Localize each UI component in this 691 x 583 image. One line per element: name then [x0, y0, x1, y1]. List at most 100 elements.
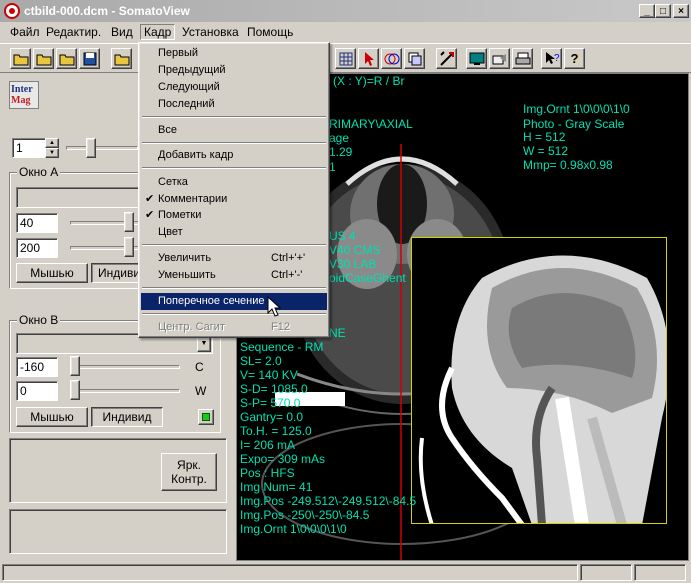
mouse-cursor-icon: [267, 296, 281, 317]
window-b-c-label: C: [195, 360, 204, 374]
sagittal-ct-image: [418, 255, 666, 523]
window-b-level-thumb[interactable]: [70, 356, 80, 376]
layer-icon[interactable]: [404, 48, 425, 69]
menu-item-comments[interactable]: ✔ Комментарии: [141, 191, 327, 208]
overlay-left-3: 1: [329, 160, 336, 174]
status-panel-main: [2, 564, 578, 581]
menu-view[interactable]: Вид: [109, 25, 135, 39]
menu-item-add-frame[interactable]: Добавить кадр: [141, 147, 327, 164]
menu-item-all[interactable]: Все: [141, 122, 327, 139]
overlay-left-5: V40 CMS: [329, 243, 381, 257]
close-button[interactable]: ×: [673, 4, 689, 18]
toolbar: ? ?: [0, 43, 691, 73]
window-a-mouse-button[interactable]: Мышью: [16, 263, 88, 283]
overlay-bottom-4: S-D= 1085.0: [240, 382, 308, 396]
open-folder4-icon[interactable]: [111, 48, 132, 69]
open-folder2-icon[interactable]: [33, 48, 54, 69]
menu-item-cross-section[interactable]: Поперечное сечение: [141, 293, 327, 310]
overlay-left-6: V30 LAB: [329, 257, 377, 271]
window-b-level-track[interactable]: [70, 365, 180, 369]
monitor-icon[interactable]: [466, 48, 487, 69]
window-b-mouse-button[interactable]: Мышью: [16, 407, 88, 427]
check-icon: ✔: [145, 209, 155, 221]
frame-slider-track[interactable]: [66, 146, 138, 150]
window-a-level-thumb[interactable]: [124, 212, 134, 232]
overlay-left-1: age: [329, 131, 350, 145]
menu-settings[interactable]: Установка: [180, 25, 241, 39]
overlay-bottom-1: Sequence - RM: [240, 340, 324, 354]
help-icon[interactable]: ?: [564, 48, 585, 69]
sagittal-view[interactable]: [411, 237, 667, 524]
window-b-level-field[interactable]: -160: [16, 357, 58, 377]
svg-text:?: ?: [554, 53, 560, 64]
window-a-dropdown[interactable]: [16, 187, 141, 208]
info-panel: [9, 509, 227, 554]
menu-file[interactable]: Файл: [8, 25, 42, 39]
frame-down-button[interactable]: ▼: [45, 148, 59, 158]
export-icon[interactable]: [489, 48, 510, 69]
menu-help[interactable]: Помощь: [245, 25, 295, 39]
overlay-left-4: US 4: [329, 229, 356, 243]
frame-up-button[interactable]: ▲: [45, 138, 59, 148]
overlay-bottom-8: I= 206 mA: [240, 438, 296, 452]
minimize-button[interactable]: _: [639, 4, 655, 18]
frame-slider-thumb[interactable]: [86, 138, 96, 158]
window-a-width-field[interactable]: 200: [16, 238, 58, 258]
menu-item-first[interactable]: Первый: [141, 45, 327, 62]
save-disk-icon[interactable]: [79, 48, 100, 69]
grid-icon[interactable]: [335, 48, 356, 69]
brightness-contrast-button[interactable]: Ярк. Контр.: [161, 453, 217, 491]
window-b-w-label: W: [195, 384, 207, 398]
overlay-bottom-13: Img.Pos -250\-250\-84.5: [240, 508, 370, 522]
window-b-width-field[interactable]: 0: [16, 381, 58, 401]
status-panel-3: [634, 564, 686, 581]
maximize-button[interactable]: □: [655, 4, 671, 18]
frame-menu-dropdown: Первый Предыдущий Следующий Последний Вс…: [138, 42, 330, 338]
window-b-width-track[interactable]: [70, 389, 180, 393]
overlay-left-7: oidCaseGhent: [329, 271, 406, 285]
menu-separator: [142, 167, 326, 169]
window-b-indicator[interactable]: [198, 409, 214, 425]
overlay-right-0: Img.Ornt 1\0\0\0\1\0: [523, 102, 630, 116]
overlay-bottom-9: Expo= 309 mAs: [240, 452, 326, 466]
help-cursor-icon[interactable]: ?: [541, 48, 562, 69]
cursor-icon[interactable]: [358, 48, 379, 69]
color-icon[interactable]: [381, 48, 402, 69]
menu-frame[interactable]: Кадр: [140, 24, 176, 40]
window-b-width-thumb[interactable]: [70, 380, 80, 400]
app-icon[interactable]: [4, 3, 20, 19]
open-folder3-icon[interactable]: [56, 48, 77, 69]
menu-item-color[interactable]: Цвет: [141, 224, 327, 241]
frame-number-field[interactable]: 1: [12, 138, 46, 158]
check-icon: ✔: [145, 193, 155, 205]
menu-item-next[interactable]: Следующий: [141, 79, 327, 96]
menu-item-marks[interactable]: ✔ Пометки: [141, 207, 327, 224]
menu-separator: [142, 287, 326, 289]
print-icon[interactable]: [512, 48, 533, 69]
overlay-bottom-3: V= 140 KV: [240, 368, 298, 382]
menu-separator: [142, 313, 326, 315]
status-panel-2: [580, 564, 632, 581]
menu-item-center-sagittal[interactable]: Центр. Сагит F12: [141, 319, 327, 336]
menu-bar: Файл Редактир. Вид Кадр Установка Помощь: [0, 22, 691, 42]
window-a-title: Окно A: [17, 165, 61, 179]
window-a-width-thumb[interactable]: [124, 237, 134, 257]
measure-icon[interactable]: [436, 48, 457, 69]
open-folder-icon[interactable]: [10, 48, 31, 69]
menu-item-grid[interactable]: Сетка: [141, 174, 327, 191]
overlay-right-2: H = 512: [523, 130, 566, 144]
title-bar: ctbild-000.dcm - SomatoView _ □ ×: [0, 0, 691, 22]
overlay-right-3: W = 512: [523, 144, 569, 158]
overlay-right-4: Mmp= 0.98x0.98: [523, 158, 613, 172]
window-a-individual-button[interactable]: Индивид: [91, 263, 141, 283]
menu-item-previous[interactable]: Предыдущий: [141, 62, 327, 79]
window-a-level-field[interactable]: 40: [16, 213, 58, 233]
menu-item-zoom-out[interactable]: Уменьшить Ctrl+'-': [141, 267, 327, 284]
window-b-individual-button[interactable]: Индивид: [91, 407, 163, 427]
overlay-bottom-2: SL= 2.0: [240, 354, 282, 368]
menu-item-zoom-in[interactable]: Увеличить Ctrl+'+': [141, 250, 327, 267]
menu-item-last[interactable]: Последний: [141, 96, 327, 113]
overlay-bottom-11: Img Num= 41: [240, 480, 313, 494]
coord-readout: (X : Y)=R / Br: [333, 74, 405, 88]
menu-edit[interactable]: Редактир.: [44, 25, 103, 39]
